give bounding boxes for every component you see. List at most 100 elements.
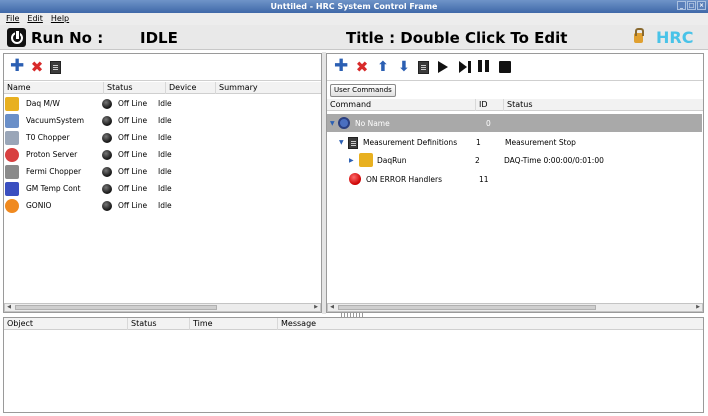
add-device-icon[interactable]: ✚ [10,58,24,75]
run-header: Run No : IDLE Title : Double Click To Ed… [0,25,708,50]
tree-row-daqrun[interactable]: ▶ DaqRun 2 DAQ-Time 0:00:00/0:01:00 [327,151,702,169]
device-hscrollbar[interactable]: ◀ ▶ [4,303,321,312]
command-status: DAQ-Time 0:00:00/0:01:00 [504,155,604,165]
offline-status-icon [102,98,112,109]
device-status: Off Line [118,116,148,125]
remove-device-icon[interactable]: ✖ [30,60,44,75]
expand-icon[interactable]: ▼ [339,139,348,146]
add-command-icon[interactable]: ✚ [334,58,348,75]
command-label: No Name [355,118,390,128]
command-status: Measurement Stop [505,137,576,147]
col-summary[interactable]: Summary [216,82,321,94]
device-state: Idle [158,133,172,142]
device-status: Off Line [118,99,148,108]
sequence-icon [338,117,350,129]
collapse-icon[interactable]: ▶ [349,157,359,164]
device-name: T0 Chopper [26,133,70,142]
tree-row-root[interactable]: ▼ No Name 0 [327,114,702,132]
error-handler-icon [349,173,361,185]
expand-icon[interactable]: ▼ [330,120,338,127]
device-status: Off Line [118,133,148,142]
device-toolbar: ✚ ✖ [10,58,61,75]
run-state: IDLE [140,29,178,47]
col-log-status[interactable]: Status [128,318,190,330]
device-state: Idle [158,116,172,125]
run-number-label: Run No : [31,29,104,47]
command-table-header: Command ID Status [327,99,703,111]
step-forward-icon[interactable] [457,60,471,74]
command-label: ON ERROR Handlers [366,174,442,184]
minimize-icon[interactable]: _ [677,1,686,10]
device-name: GONIO [26,201,52,210]
scroll-thumb[interactable] [15,305,217,310]
menu-help[interactable]: Help [51,13,69,25]
col-time[interactable]: Time [190,318,278,330]
menu-edit[interactable]: Edit [27,13,43,25]
move-down-icon[interactable]: ⬇ [397,60,411,74]
brand-logo: HRC [656,28,694,47]
table-row[interactable]: Proton Server Off Line Idle [5,146,172,163]
scroll-right-icon[interactable]: ▶ [312,304,320,311]
col-message[interactable]: Message [278,318,703,330]
command-id: 1 [476,137,481,147]
device-table-header: Name Status Device Summary [4,82,321,94]
col-command[interactable]: Command [327,99,476,111]
table-row[interactable]: Fermi Chopper Off Line Idle [5,163,172,180]
properties-icon[interactable] [50,61,61,74]
run-title[interactable]: Title : Double Click To Edit [346,29,567,47]
table-row[interactable]: T0 Chopper Off Line Idle [5,129,172,146]
log-panel [3,317,704,413]
col-id[interactable]: ID [476,99,504,111]
gonio-icon [5,198,19,213]
command-label: Measurement Definitions [363,137,458,147]
command-hscrollbar[interactable]: ◀ ▶ [327,303,703,312]
command-id: 11 [479,174,489,184]
power-icon[interactable] [7,28,26,47]
device-name: GM Temp Cont [26,184,81,193]
lock-icon[interactable] [634,28,644,43]
menu-bar: File Edit Help [0,13,708,25]
device-state: Idle [158,184,172,193]
scroll-left-icon[interactable]: ◀ [5,304,13,311]
device-status: Off Line [118,184,148,193]
col-object[interactable]: Object [4,318,128,330]
log-table-header: Object Status Time Message [4,318,703,330]
offline-status-icon [102,132,112,143]
col-cmd-status[interactable]: Status [504,99,703,111]
remove-command-icon[interactable]: ✖ [355,60,369,75]
scroll-thumb[interactable] [338,305,596,310]
table-row[interactable]: GONIO Off Line Idle [5,197,172,214]
menu-file[interactable]: File [6,13,19,25]
device-name: Proton Server [26,150,78,159]
tree-row-error-handlers[interactable]: ON ERROR Handlers 11 [327,170,702,188]
col-name[interactable]: Name [4,82,104,94]
col-device[interactable]: Device [166,82,216,94]
device-status: Off Line [118,167,148,176]
fermi-icon [5,164,19,179]
temp-icon [5,181,19,196]
table-row[interactable]: Daq M/W Off Line Idle [5,95,172,112]
pause-icon[interactable] [478,60,492,74]
offline-status-icon [102,166,112,177]
offline-status-icon [102,183,112,194]
play-icon[interactable] [436,60,450,74]
device-name: Fermi Chopper [26,167,82,176]
col-status[interactable]: Status [104,82,166,94]
scroll-right-icon[interactable]: ▶ [694,304,702,311]
tree-row-definitions[interactable]: ▼ Measurement Definitions 1 Measurement … [327,133,702,151]
device-state: Idle [158,201,172,210]
daq-icon [359,153,373,167]
device-state: Idle [158,150,172,159]
table-row[interactable]: VacuumSystem Off Line Idle [5,112,172,129]
user-commands-button[interactable]: User Commands [330,84,396,97]
table-row[interactable]: GM Temp Cont Off Line Idle [5,180,172,197]
stop-icon[interactable] [499,61,511,73]
command-id: 0 [486,118,491,128]
properties-icon[interactable] [418,61,429,74]
close-icon[interactable]: × [697,1,706,10]
offline-status-icon [102,149,112,160]
scroll-left-icon[interactable]: ◀ [328,304,336,311]
maximize-icon[interactable]: □ [687,1,696,10]
move-up-icon[interactable]: ⬆ [376,60,390,74]
vacuum-icon [5,113,19,128]
